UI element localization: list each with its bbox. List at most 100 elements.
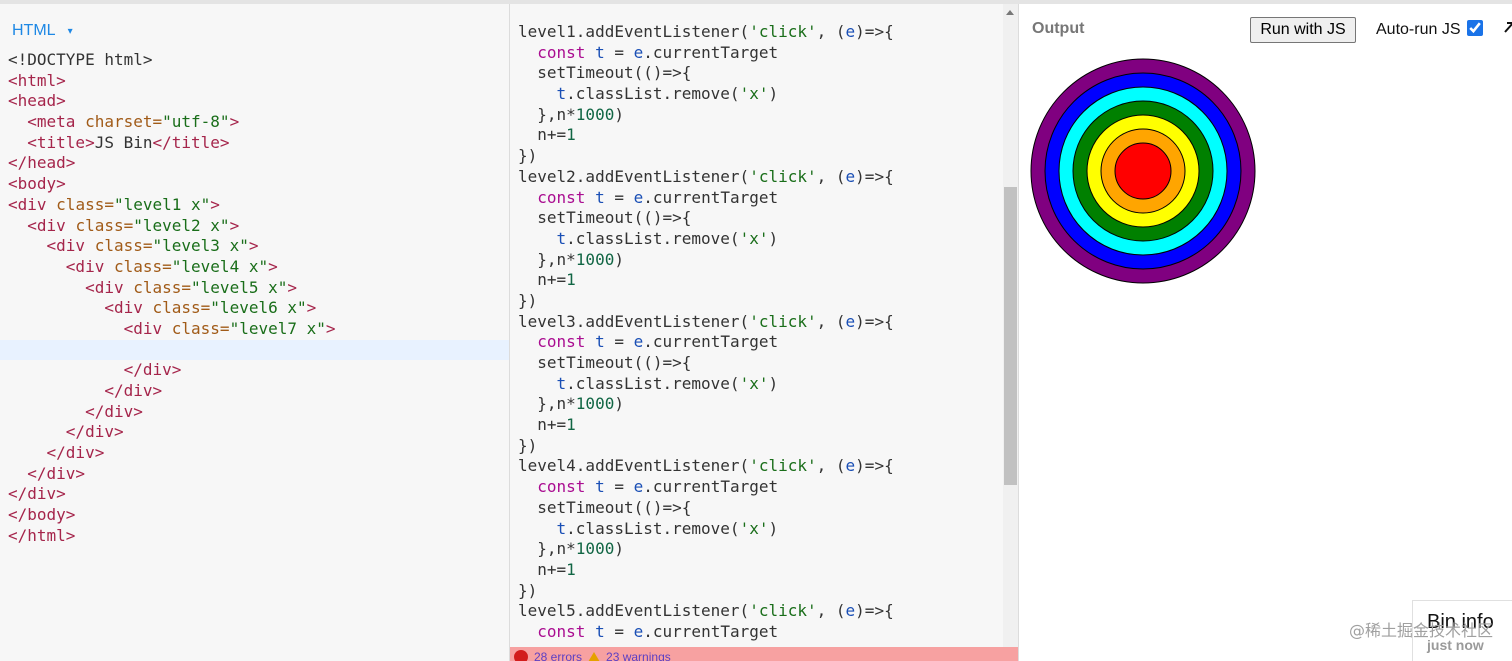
js-code-line[interactable]: }) — [510, 291, 1002, 312]
html-code-line[interactable]: <div class="level4 x"> — [0, 257, 509, 278]
js-code-token: )=>{ — [855, 22, 894, 41]
html-code-token: > — [210, 194, 220, 214]
ring-level-7[interactable] — [1114, 142, 1172, 200]
js-code-line[interactable]: },n*1000) — [510, 394, 1002, 415]
expand-arrow-icon[interactable] — [1503, 20, 1512, 34]
html-code-token: <div — [46, 236, 95, 256]
warnings-count[interactable]: 23 warnings — [606, 650, 671, 661]
html-code-area[interactable]: <!DOCTYPE html> <html> <head> <meta charse… — [0, 50, 509, 547]
js-code-token: 'x' — [739, 373, 769, 393]
js-code-line[interactable]: const t = e.currentTarget — [510, 622, 1002, 643]
js-code-line[interactable]: const t = e.currentTarget — [510, 477, 1002, 498]
html-code-token: <div — [65, 256, 114, 276]
js-code-line[interactable]: setTimeout(()=>{ — [510, 353, 1002, 374]
js-code-line[interactable]: },n*1000) — [510, 539, 1002, 560]
js-code-token: e — [845, 311, 856, 331]
js-code-line[interactable]: t.classList.remove('x') — [510, 84, 1002, 105]
js-code-line[interactable]: t.classList.remove('x') — [510, 374, 1002, 395]
html-code-token: "utf-8" — [162, 112, 230, 132]
html-code-line[interactable]: <div class="level3 x"> — [0, 236, 509, 257]
html-code-token — [8, 402, 85, 421]
html-code-line[interactable]: <div class="level6 x"> — [0, 298, 509, 319]
js-code-token: e — [845, 456, 856, 476]
html-code-token — [8, 257, 66, 276]
js-code-line[interactable]: }) — [510, 146, 1002, 167]
nested-rings[interactable] — [1029, 57, 1257, 285]
html-code-line[interactable]: </head> — [0, 153, 509, 174]
js-code-line[interactable]: level4.addEventListener('click', (e)=>{ — [510, 456, 1002, 477]
js-code-line[interactable]: setTimeout(()=>{ — [510, 63, 1002, 84]
html-code-token: > — [306, 298, 317, 318]
js-code-token: 1 — [566, 559, 576, 579]
html-code-line[interactable]: </div> — [0, 464, 509, 485]
js-code-line[interactable]: level3.addEventListener('click', (e)=>{ — [510, 312, 1002, 333]
html-code-line[interactable]: <title>JS Bin</title> — [0, 133, 509, 154]
js-code-line[interactable]: setTimeout(()=>{ — [510, 498, 1002, 519]
html-code-token — [8, 319, 124, 338]
error-bar[interactable]: 28 errors 23 warnings — [510, 647, 1019, 661]
html-code-line[interactable]: <div class="level7 x"> — [0, 319, 509, 340]
html-code-line[interactable]: </div> — [0, 443, 509, 464]
js-code-line[interactable]: level1.addEventListener('click', (e)=>{ — [510, 22, 1002, 43]
js-code-line[interactable]: }) — [510, 436, 1002, 457]
html-code-token: <div — [123, 318, 172, 338]
js-code-area[interactable]: level1.addEventListener('click', (e)=>{ … — [510, 22, 1002, 643]
html-code-line[interactable] — [0, 339, 509, 361]
autorun-label[interactable]: Auto-run JS — [1376, 21, 1460, 39]
html-editor-panel[interactable]: HTML ▾ <!DOCTYPE html> <html> <head> <meta… — [0, 4, 509, 661]
js-code-line[interactable]: n+=1 — [510, 270, 1002, 291]
js-code-line[interactable]: n+=1 — [510, 415, 1002, 436]
js-code-line[interactable]: },n*1000) — [510, 105, 1002, 126]
js-code-token: ) — [614, 539, 624, 559]
html-code-line[interactable]: </div> — [0, 484, 509, 505]
js-code-token: n+= — [518, 559, 567, 579]
html-code-line[interactable]: <!DOCTYPE html> — [0, 50, 509, 71]
html-code-token: JS Bin — [94, 132, 153, 152]
errors-count[interactable]: 28 errors — [534, 650, 582, 661]
js-code-line[interactable]: const t = e.currentTarget — [510, 43, 1002, 64]
js-code-line[interactable]: },n*1000) — [510, 250, 1002, 271]
js-scroll-thumb[interactable] — [1004, 187, 1017, 485]
js-code-line[interactable]: n+=1 — [510, 125, 1002, 146]
js-code-token — [518, 622, 537, 641]
html-code-line[interactable]: <div class="level1 x"> — [0, 195, 509, 216]
js-code-line[interactable]: n+=1 — [510, 560, 1002, 581]
js-code-token: 1 — [566, 125, 576, 145]
run-with-js-button[interactable]: Run with JS — [1250, 17, 1356, 43]
html-code-line[interactable]: <meta charset="utf-8"> — [0, 112, 509, 133]
js-scrollbar[interactable] — [1003, 4, 1019, 661]
html-panel-label[interactable]: HTML — [12, 22, 56, 40]
html-code-token: </div> — [123, 360, 182, 380]
js-code-line[interactable]: t.classList.remove('x') — [510, 229, 1002, 250]
html-code-line[interactable]: </body> — [0, 505, 509, 526]
js-code-token: },n* — [518, 249, 576, 269]
js-code-line[interactable]: t.classList.remove('x') — [510, 519, 1002, 540]
js-code-line[interactable]: const t = e.currentTarget — [510, 332, 1002, 353]
js-code-line[interactable]: level2.addEventListener('click', (e)=>{ — [510, 167, 1002, 188]
html-code-token — [8, 216, 27, 235]
scroll-up-icon[interactable] — [1006, 10, 1014, 15]
js-code-line[interactable]: const t = e.currentTarget — [510, 188, 1002, 209]
html-code-line[interactable]: </div> — [0, 360, 509, 381]
watermark: @稀土掘金技术社区 — [1348, 621, 1493, 640]
html-code-line[interactable]: </div> — [0, 422, 509, 443]
autorun-checkbox[interactable] — [1467, 20, 1483, 36]
js-code-token — [518, 188, 537, 207]
html-code-token: <meta — [27, 112, 86, 132]
html-code-line[interactable]: </div> — [0, 381, 509, 402]
html-code-line[interactable]: <body> — [0, 174, 509, 195]
js-code-line[interactable]: }) — [510, 581, 1002, 602]
html-code-token — [8, 278, 85, 297]
html-panel-header[interactable]: HTML ▾ — [12, 20, 73, 42]
html-code-line[interactable]: </html> — [0, 526, 509, 547]
html-code-token: charset= — [85, 112, 163, 132]
html-code-line[interactable]: <div class="level2 x"> — [0, 216, 509, 237]
html-code-line[interactable]: <div class="level5 x"> — [0, 278, 509, 299]
html-code-line[interactable]: <head> — [0, 91, 509, 112]
js-code-line[interactable]: level5.addEventListener('click', (e)=>{ — [510, 601, 1002, 622]
js-code-line[interactable]: setTimeout(()=>{ — [510, 208, 1002, 229]
html-code-line[interactable]: <html> — [0, 71, 509, 92]
html-code-line[interactable]: </div> — [0, 402, 509, 423]
chevron-down-icon[interactable]: ▾ — [62, 26, 73, 37]
js-editor-panel[interactable]: level1.addEventListener('click', (e)=>{ … — [509, 4, 1019, 661]
